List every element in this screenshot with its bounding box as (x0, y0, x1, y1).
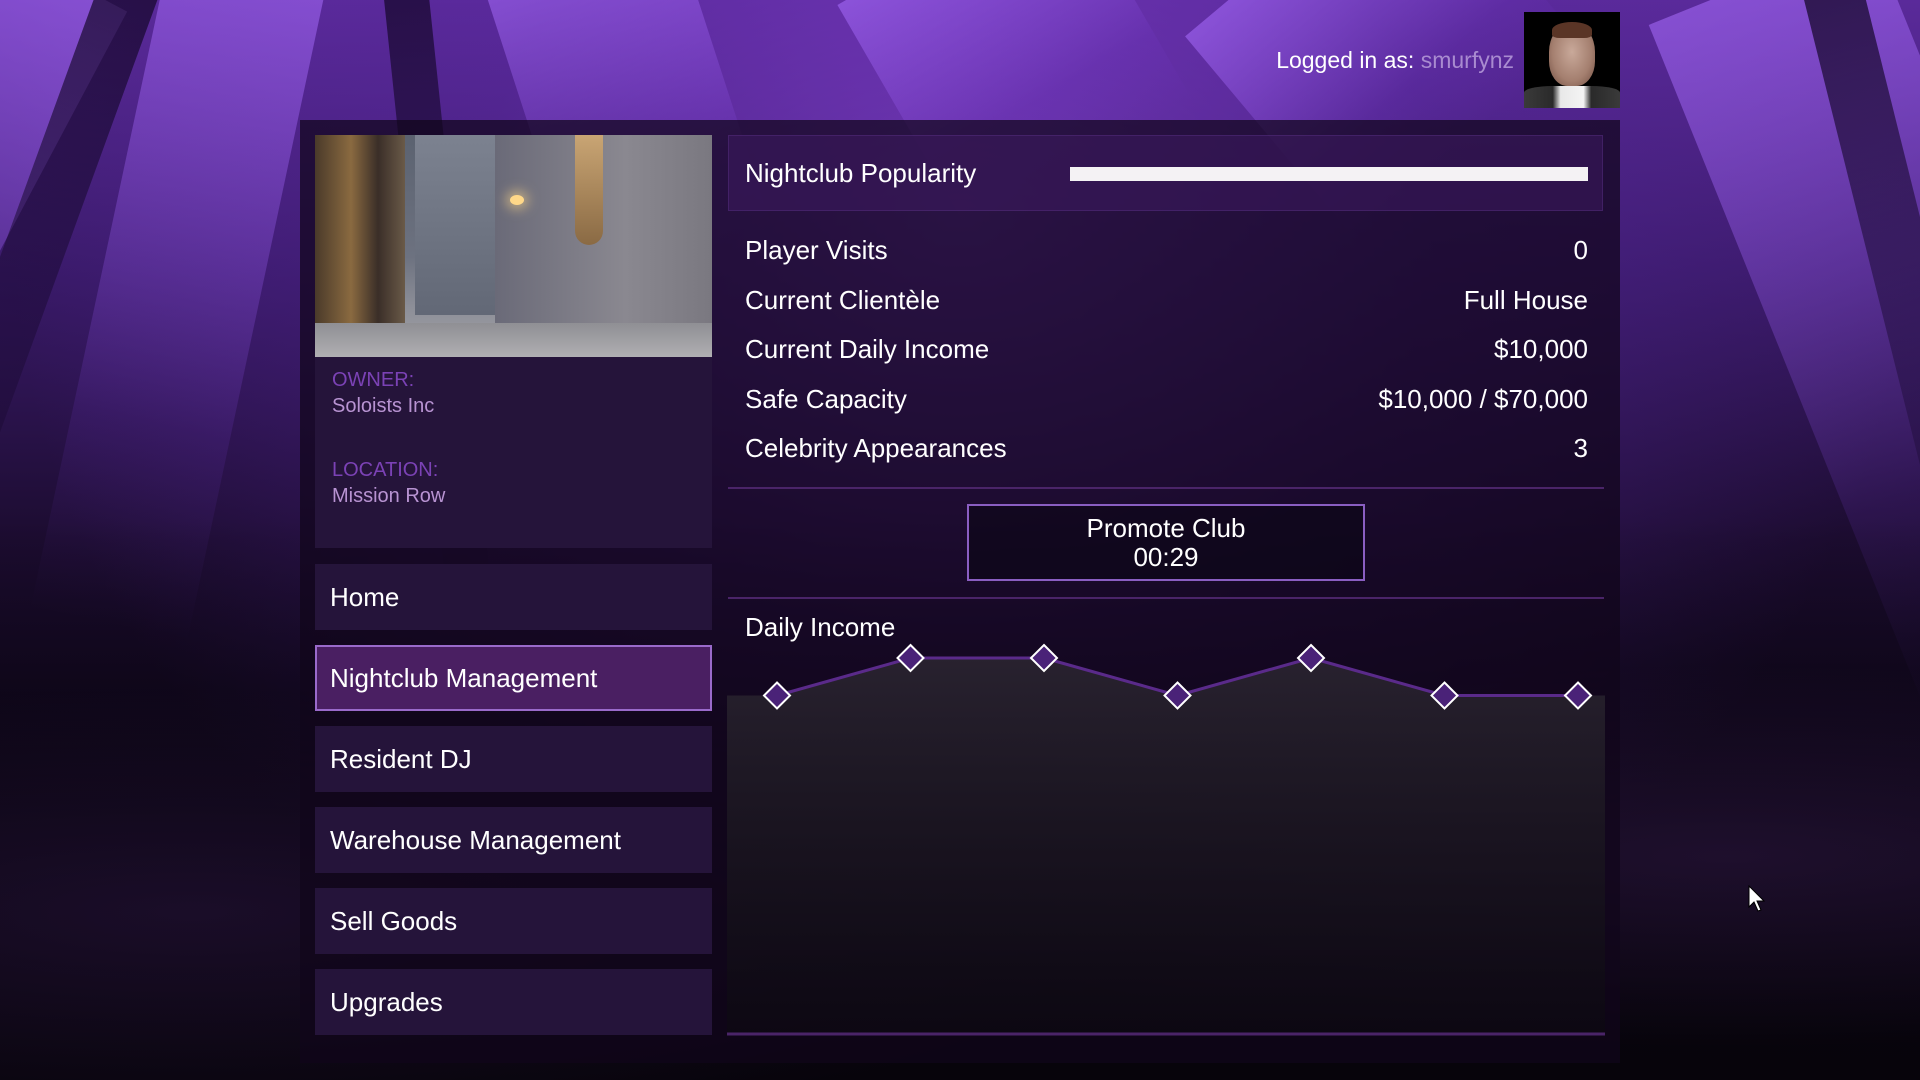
photo-sign (575, 135, 603, 245)
owner-label: OWNER: (332, 369, 415, 391)
stat-label: Player Visits (745, 235, 888, 266)
nav-item-upgrades[interactable]: Upgrades (315, 969, 712, 1035)
popularity-bar-fill (1070, 167, 1588, 181)
popularity-row: Nightclub Popularity (728, 135, 1603, 211)
stat-row-current-clientele: Current Clientèle Full House (728, 276, 1588, 326)
location-value: Mission Row (332, 485, 446, 507)
stat-row-player-visits: Player Visits 0 (728, 226, 1588, 276)
section-divider (728, 597, 1604, 599)
photo-lamp (510, 195, 524, 205)
avatar-suit (1524, 86, 1620, 108)
nav-item-home[interactable]: Home (315, 564, 712, 630)
stat-label: Celebrity Appearances (745, 433, 1007, 464)
nav-item-sell-goods[interactable]: Sell Goods (315, 888, 712, 954)
photo-building (315, 135, 405, 335)
location-label: LOCATION: (332, 459, 439, 481)
section-divider (728, 487, 1604, 489)
nav-item-resident-dj[interactable]: Resident DJ (315, 726, 712, 792)
stat-label: Current Daily Income (745, 334, 990, 365)
stat-value: $10,000 (1494, 334, 1588, 365)
promote-club-button[interactable]: Promote Club 00:29 (967, 504, 1365, 581)
property-photo (315, 135, 712, 357)
promote-club-timer: 00:29 (1133, 541, 1199, 572)
mouse-cursor-icon (1748, 885, 1766, 912)
promote-club-label: Promote Club (1086, 512, 1246, 543)
nav-item-warehouse-management[interactable]: Warehouse Management (315, 807, 712, 873)
chart-area-fill (727, 658, 1605, 1033)
nav-item-nightclub-management[interactable]: Nightclub Management (315, 645, 712, 711)
stat-label: Current Clientèle (745, 284, 941, 315)
stat-value: 3 (1573, 433, 1588, 464)
sidebar-nav: Home Nightclub Management Resident DJ Wa… (315, 564, 712, 1050)
daily-income-chart-svg (727, 643, 1605, 1036)
stat-row-celebrity-appearances: Celebrity Appearances 3 (728, 424, 1588, 474)
photo-building (415, 135, 495, 315)
stat-row-safe-capacity: Safe Capacity $10,000 / $70,000 (728, 375, 1588, 425)
popularity-bar (1070, 167, 1588, 181)
stat-label: Safe Capacity (745, 383, 907, 414)
chart-title: Daily Income (745, 612, 896, 642)
owner-value: Soloists Inc (332, 395, 435, 417)
logged-in-label: Logged in as: (1276, 47, 1415, 73)
photo-ground (315, 323, 712, 357)
stat-value: Full House (1463, 284, 1588, 315)
avatar-hair (1552, 22, 1592, 38)
login-status: Logged in as: smurfynz (1276, 47, 1514, 74)
stat-row-current-daily-income: Current Daily Income $10,000 (728, 325, 1588, 375)
photo-building (495, 135, 712, 335)
stats-list: Player Visits 0 Current Clientèle Full H… (728, 226, 1588, 474)
player-avatar (1524, 12, 1620, 108)
daily-income-chart (727, 600, 1605, 1036)
popularity-label: Nightclub Popularity (745, 158, 977, 188)
stat-value: 0 (1573, 235, 1588, 266)
username: smurfynz (1420, 47, 1514, 73)
property-meta: OWNER: Soloists Inc LOCATION: Mission Ro… (332, 367, 445, 509)
property-info-card: OWNER: Soloists Inc LOCATION: Mission Ro… (315, 135, 712, 548)
stat-value: $10,000 / $70,000 (1378, 383, 1588, 414)
